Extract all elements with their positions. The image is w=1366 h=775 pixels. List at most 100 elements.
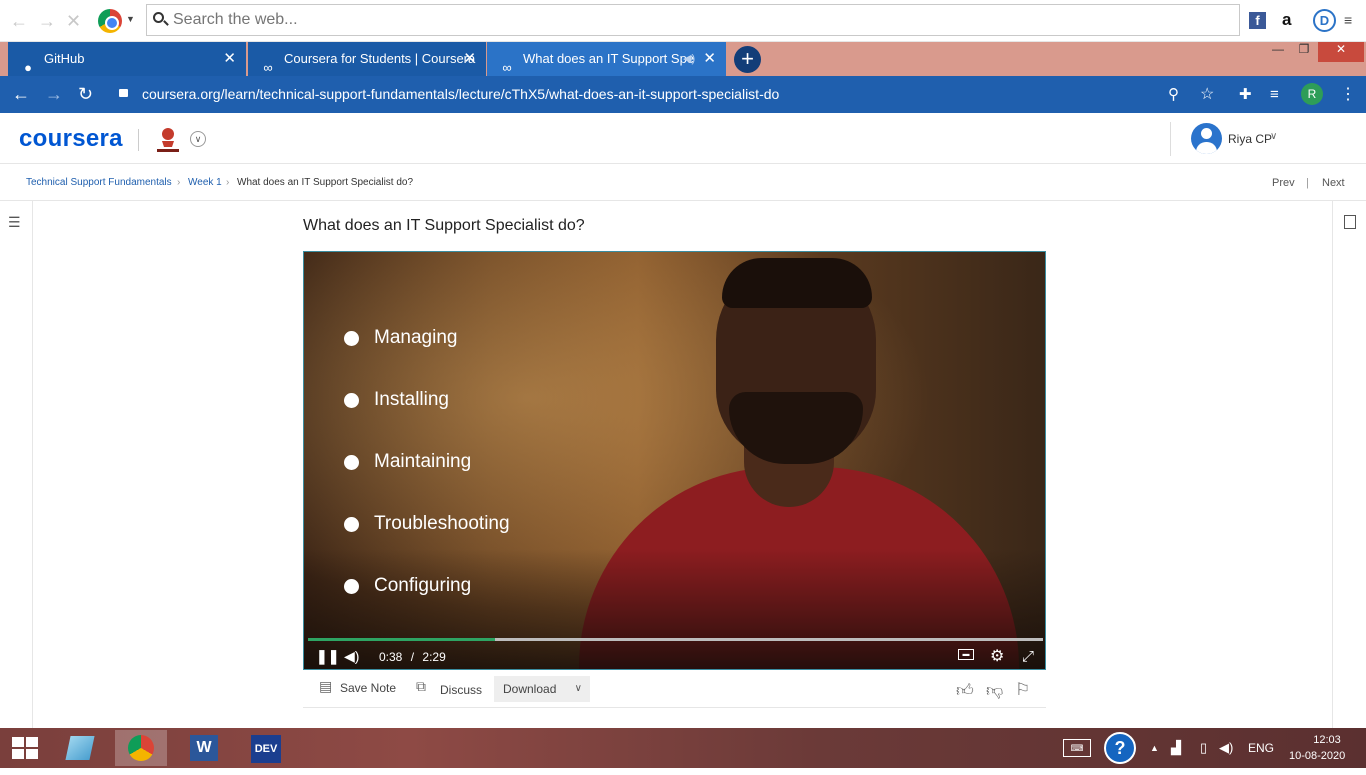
minimize-icon[interactable]: — <box>1268 42 1288 62</box>
thumbs-up-icon[interactable]: 👍︎ <box>956 680 974 701</box>
tab-github[interactable]: ● GitHub ✕ <box>8 42 246 76</box>
taskbar-devcpp-icon[interactable]: DEV <box>240 730 292 766</box>
lock-icon[interactable] <box>119 89 128 97</box>
tab-coursera-students[interactable]: ∞ Coursera for Students | Coursera ✕ <box>248 42 486 76</box>
clock-time[interactable]: 12:03 <box>1302 734 1352 746</box>
taskbar-word-icon[interactable]: W <box>178 730 230 766</box>
breadcrumb-current: What does an IT Support Specialist do? <box>237 177 414 188</box>
back-icon[interactable]: ← <box>12 76 30 113</box>
thumbs-down-icon[interactable]: 👎︎ <box>986 680 1003 701</box>
back-icon[interactable]: ← <box>10 11 28 32</box>
download-button[interactable]: Download ∨ <box>494 676 590 702</box>
breadcrumb-separator: › <box>177 177 181 188</box>
site-header: coursera ∨ Riya CP ∨ <box>0 113 1366 164</box>
tab-label: Coursera for Students | Coursera <box>284 51 476 66</box>
note-icon[interactable]: ▤ <box>319 678 332 695</box>
bullet-dot-icon <box>344 455 359 470</box>
save-note-button[interactable]: Save Note <box>340 681 396 695</box>
new-tab-button[interactable]: + <box>734 46 761 73</box>
prev-button[interactable]: Prev <box>1272 177 1295 189</box>
breadcrumb-course[interactable]: Technical Support Fundamentals <box>26 177 172 188</box>
alvas-logo-icon[interactable] <box>155 125 181 153</box>
clock-date[interactable]: 10-08-2020 <box>1289 750 1345 762</box>
reload-icon[interactable]: ↻ <box>78 76 93 113</box>
menu-icon[interactable]: ≡ <box>1344 12 1352 28</box>
pause-icon[interactable]: ❚❚ <box>316 648 339 665</box>
close-icon[interactable]: ✕ <box>703 42 716 76</box>
video-progress-bar[interactable] <box>308 638 1043 641</box>
facebook-icon[interactable]: f <box>1249 12 1266 29</box>
outline-list-icon[interactable]: ☰ <box>8 214 21 231</box>
tab-strip: ● GitHub ✕ ∞ Coursera for Students | Cou… <box>0 42 1366 76</box>
chevron-down-icon[interactable]: ▼ <box>126 14 135 24</box>
bullet-text: Troubleshooting <box>374 513 510 534</box>
window-close-icon[interactable]: ✕ <box>1318 42 1364 62</box>
help-icon[interactable]: ? <box>1104 732 1136 764</box>
flag-icon[interactable]: ⚐ <box>1015 680 1030 700</box>
windows-start-icon[interactable] <box>12 737 38 759</box>
chevron-down-icon[interactable]: ∨ <box>1270 131 1277 142</box>
fullscreen-icon[interactable]: ⤢ <box>1022 648 1034 665</box>
zoom-icon[interactable]: ⚲ <box>1168 76 1179 113</box>
address-bar-row: ← → ↻ coursera.org/learn/technical-suppo… <box>0 76 1366 113</box>
search-icon <box>153 12 164 23</box>
forward-icon[interactable]: → <box>38 11 56 32</box>
language-indicator[interactable]: ENG <box>1248 728 1274 768</box>
media-control-icon[interactable]: ≡ <box>1270 76 1279 113</box>
discuss-icon[interactable]: ⧉ <box>416 678 426 695</box>
outer-toolbar: ← → ✕ ▼ f a D ≡ <box>0 0 1366 42</box>
url-field[interactable]: coursera.org/learn/technical-support-fun… <box>142 76 779 113</box>
battery-icon[interactable]: ▯ <box>1200 728 1207 768</box>
stop-icon[interactable]: ✕ <box>66 11 81 32</box>
pager-divider: | <box>1306 177 1309 189</box>
amazon-icon[interactable]: a <box>1282 10 1291 30</box>
keyboard-icon[interactable]: ⌨ <box>1063 739 1091 757</box>
bookmark-star-icon[interactable]: ☆ <box>1200 76 1214 113</box>
video-time: 0:38 / 2:29 <box>379 650 446 664</box>
close-icon[interactable]: ✕ <box>463 42 476 76</box>
current-time: 0:38 <box>379 650 403 664</box>
audio-playing-icon[interactable]: ◀) <box>683 42 695 76</box>
chrome-logo-icon[interactable] <box>98 9 122 33</box>
network-icon[interactable]: ▟ <box>1171 728 1181 768</box>
taskbar-chrome-icon[interactable] <box>115 730 167 766</box>
lecture-title: What does an IT Support Specialist do? <box>303 217 585 234</box>
breadcrumb-week[interactable]: Week 1 <box>188 177 222 188</box>
bullet-text: Maintaining <box>374 451 472 472</box>
chevron-down-icon[interactable]: ∨ <box>190 131 206 147</box>
captions-icon[interactable]: ▬ <box>958 649 974 660</box>
settings-gear-icon[interactable]: ⚙ <box>990 646 1004 666</box>
divider <box>1170 122 1171 156</box>
bullet-text: Managing <box>374 327 458 348</box>
task-view-icon[interactable] <box>54 730 106 766</box>
bullet-dot-icon <box>344 579 359 594</box>
user-name[interactable]: Riya CP <box>1228 132 1272 146</box>
speaker-icon[interactable]: ◀) <box>1219 728 1233 768</box>
discuss-button[interactable]: Discuss <box>440 683 482 697</box>
tab-label: What does an IT Support Spe <box>523 51 695 66</box>
user-avatar[interactable] <box>1191 123 1222 154</box>
tab-label: GitHub <box>44 51 85 66</box>
left-rail: ☰ <box>0 201 33 728</box>
bullet-text: Installing <box>374 389 449 410</box>
show-hidden-icons-icon[interactable]: ▲ <box>1150 728 1159 768</box>
web-search-input[interactable] <box>146 4 1240 36</box>
coursera-logo[interactable]: coursera <box>19 125 123 153</box>
volume-icon[interactable]: ◀) <box>344 648 359 665</box>
video-player[interactable]: Managing Installing Maintaining Troubles… <box>303 251 1046 670</box>
notes-panel-icon[interactable] <box>1344 215 1356 229</box>
taskbar: W DEV ⌨ ? ▲ ▟ ▯ ◀) ENG 12:03 10-08-2020 <box>0 728 1366 768</box>
close-icon[interactable]: ✕ <box>223 42 236 76</box>
restore-icon[interactable]: ❐ <box>1294 42 1314 62</box>
bullet-dot-icon <box>344 517 359 532</box>
tab-lecture[interactable]: ∞ What does an IT Support Spe ◀) ✕ <box>487 42 726 76</box>
chevron-down-icon: ∨ <box>574 683 582 694</box>
extensions-icon[interactable]: ✚ <box>1239 76 1252 113</box>
kebab-menu-icon[interactable]: ⋮ <box>1340 76 1356 113</box>
bullet-dot-icon <box>344 393 359 408</box>
next-button[interactable]: Next <box>1322 177 1345 189</box>
dashlane-icon[interactable]: D <box>1313 9 1336 32</box>
forward-icon[interactable]: → <box>45 76 63 113</box>
download-label: Download <box>503 682 557 696</box>
profile-avatar[interactable]: R <box>1301 83 1323 105</box>
